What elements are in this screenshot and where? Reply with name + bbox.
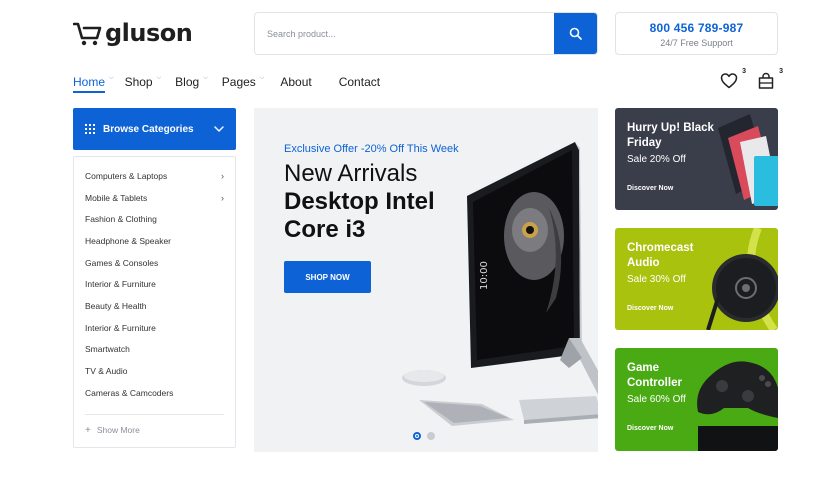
nav-item-shop[interactable]: Shop ⌵ [125, 72, 162, 94]
category-item-fashion-clothing[interactable]: Fashion & Clothing [85, 208, 224, 230]
hero-offer-text: Exclusive Offer -20% Off This Week [284, 143, 459, 155]
slider-dot-1[interactable] [413, 432, 421, 440]
browse-categories-toggle[interactable]: Browse Categories [73, 108, 236, 150]
promo-chromecast-audio[interactable]: Chromecast Audio Sale 30% Off Discover N… [615, 228, 778, 330]
nav-item-pages[interactable]: Pages ⌵ [222, 72, 265, 94]
wishlist-button[interactable]: 3 [720, 68, 746, 92]
discover-now-link[interactable]: Discover Now [627, 425, 673, 432]
category-label: Mobile & Tablets [85, 192, 148, 203]
chevron-right-icon: › [221, 192, 224, 203]
nav-label: Contact [338, 75, 381, 89]
chevron-right-icon: › [221, 170, 224, 181]
category-label: Games & Consoles [85, 257, 159, 268]
promo-black-friday[interactable]: Hurry Up! Black Friday Sale 20% Off Disc… [615, 108, 778, 210]
promo-game-controller[interactable]: Game Controller Sale 60% Off Discover No… [615, 348, 778, 451]
nav-item-blog[interactable]: Blog ⌵ [175, 72, 208, 94]
nav-label: Blog [175, 75, 200, 89]
show-more-button[interactable]: + Show More [85, 415, 224, 436]
discover-now-link[interactable]: Discover Now [627, 305, 673, 312]
category-label: Cameras & Camcoders [85, 387, 174, 398]
category-item-beauty-health[interactable]: Beauty & Health [85, 295, 224, 317]
heart-icon [720, 73, 738, 89]
search-bar [254, 12, 598, 55]
search-icon [569, 27, 582, 40]
site-logo[interactable]: gluson [73, 16, 193, 50]
slider-pagination [413, 432, 441, 440]
support-label: 24/7 Free Support [660, 38, 733, 48]
category-label: TV & Audio [85, 366, 128, 377]
category-item-headphone-speaker[interactable]: Headphone & Speaker [85, 230, 224, 252]
nav-item-home[interactable]: Home ⌵ [73, 72, 114, 94]
search-input[interactable] [255, 13, 554, 54]
category-item-cameras-camcoders[interactable]: Cameras & Camcoders [85, 382, 224, 404]
shopping-bag-icon [758, 72, 774, 89]
category-label: Beauty & Health [85, 300, 147, 311]
main-nav: Home ⌵ Shop ⌵ Blog ⌵ Pages ⌵ About Conta… [73, 72, 380, 94]
nav-label: Pages [221, 75, 256, 89]
support-phone[interactable]: 800 456 789-987 [616, 21, 777, 35]
cart-button[interactable]: 3 [757, 68, 783, 92]
header-actions: 3 3 [720, 68, 783, 92]
category-item-interior-furniture[interactable]: Interior & Furniture [85, 273, 224, 295]
search-button[interactable] [554, 13, 597, 54]
category-label: Interior & Furniture [85, 322, 156, 333]
category-label: Smartwatch [85, 344, 130, 355]
promo-title: Chromecast Audio [627, 242, 694, 269]
promo-sale: Sale 20% Off [627, 154, 686, 165]
category-label: Fashion & Clothing [85, 214, 157, 225]
grid-icon [85, 124, 95, 134]
support-box: 800 456 789-987 24/7 Free Support [615, 12, 778, 55]
nav-label: Shop [124, 75, 153, 89]
promo-sale: Sale 60% Off [627, 394, 686, 405]
promo-title: Hurry Up! Black Friday [627, 122, 714, 149]
nav-label: Home [73, 75, 106, 93]
category-item-smartwatch[interactable]: Smartwatch [85, 339, 224, 361]
promo-title: Game Controller [627, 362, 682, 389]
show-more-label: Show More [96, 425, 140, 436]
nav-label: About [280, 75, 312, 89]
category-item-computers-laptops[interactable]: Computers & Laptops › [85, 165, 224, 187]
category-item-games-consoles[interactable]: Games & Consoles [85, 252, 224, 274]
hero-heading-line-1: New Arrivals [284, 160, 418, 187]
logo-text: gluson [105, 19, 193, 47]
category-list: Computers & Laptops › Mobile & Tablets ›… [73, 156, 236, 448]
discover-now-link[interactable]: Discover Now [627, 185, 673, 192]
category-item-tv-audio[interactable]: TV & Audio [85, 360, 224, 382]
nav-item-about[interactable]: About [280, 72, 311, 94]
chevron-down-icon [214, 126, 224, 132]
cart-count: 3 [779, 68, 783, 75]
plus-icon: + [85, 424, 91, 436]
category-item-mobile-tablets[interactable]: Mobile & Tablets › [85, 187, 224, 209]
chevron-down-icon: ⌵ [109, 75, 114, 81]
category-label: Computers & Laptops [85, 170, 168, 181]
browse-categories-label: Browse Categories [103, 123, 194, 135]
chevron-down-icon: ⌵ [203, 75, 208, 81]
chevron-down-icon: ⌵ [156, 75, 162, 81]
category-label: Headphone & Speaker [85, 235, 172, 246]
cart-logo-icon [73, 22, 102, 46]
slider-dot-2[interactable] [427, 432, 435, 440]
nav-item-contact[interactable]: Contact [339, 72, 380, 94]
hero-heading-line-2: Desktop Intel [284, 188, 435, 215]
hero-heading-line-3: Core i3 [284, 216, 366, 243]
svg-text:10:00: 10:00 [479, 261, 490, 290]
promo-sale: Sale 30% Off [627, 274, 686, 285]
category-label: Interior & Furniture [85, 279, 156, 290]
shop-now-button[interactable]: SHOP NOW [284, 261, 371, 293]
wishlist-count: 3 [742, 68, 746, 75]
chevron-down-icon: ⌵ [259, 75, 265, 81]
category-item-interior-furniture-2[interactable]: Interior & Furniture [85, 317, 224, 339]
hero-slider: 10:00 Exclusive Offer -20% Off This Week… [254, 108, 598, 452]
